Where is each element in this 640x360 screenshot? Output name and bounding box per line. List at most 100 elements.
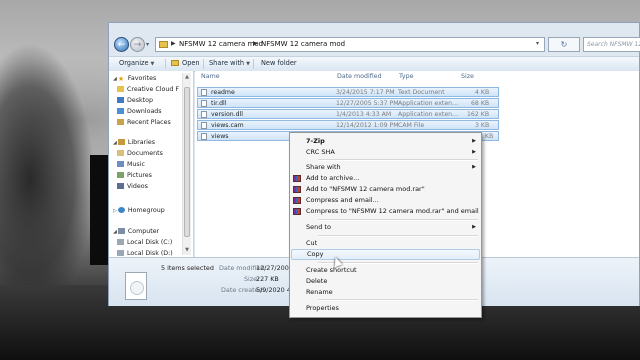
- nav-libraries[interactable]: ◢ Libraries: [113, 139, 155, 146]
- dll-file-icon: [201, 111, 207, 118]
- file-date: 12/14/2012 1:09 PM: [336, 122, 399, 129]
- arrow-right-icon[interactable]: →: [130, 37, 145, 52]
- column-header-date[interactable]: Date modified: [337, 73, 382, 80]
- breadcrumb-item[interactable]: NFSMW 12 camera mod: [179, 40, 263, 48]
- menu-item-copy[interactable]: Copy: [291, 249, 480, 260]
- size-value: 227 KB: [256, 275, 279, 283]
- file-date: 12/27/2005 5:37 PM: [336, 100, 399, 107]
- nav-item-music[interactable]: Music: [117, 161, 145, 168]
- nav-item-videos[interactable]: Videos: [117, 183, 148, 190]
- menu-item-send-to[interactable]: Send to: [306, 223, 331, 231]
- menu-item-crc-sha[interactable]: CRC SHA: [306, 148, 335, 156]
- file-name: views: [211, 133, 229, 140]
- nav-item-local-disk-c[interactable]: Local Disk (C:): [117, 239, 172, 246]
- column-header-type[interactable]: Type: [399, 73, 413, 80]
- open-button[interactable]: Open: [171, 59, 200, 67]
- chevron-down-icon[interactable]: ▾: [536, 40, 539, 47]
- menu-separator: [318, 299, 478, 301]
- menu-item-delete[interactable]: Delete: [306, 277, 327, 285]
- desktop-dark-shape: [90, 155, 110, 265]
- breadcrumb-item[interactable]: NFSMW 12 camera mod: [261, 40, 345, 48]
- file-name: views.cam: [211, 122, 244, 129]
- music-icon: [117, 161, 124, 167]
- share-with-button[interactable]: Share with ▼: [209, 59, 250, 67]
- text-file-icon: [201, 89, 207, 96]
- file-size: 3 KB: [475, 122, 490, 129]
- file-date: 3/24/2015 7:17 PM: [336, 89, 395, 96]
- file-size: 68 KB: [471, 100, 490, 107]
- folder-icon: [171, 60, 179, 66]
- scroll-up-icon[interactable]: ▲: [184, 74, 190, 81]
- new-folder-button[interactable]: New folder: [261, 59, 297, 67]
- recent-pages-chevron-icon[interactable]: ▾: [146, 41, 149, 48]
- menu-item-add-to-rar[interactable]: Add to "NFSMW 12 camera mod.rar": [306, 185, 425, 193]
- search-input[interactable]: Search NFSMW 12 ca...: [583, 37, 640, 52]
- refresh-icon: ↻: [560, 40, 568, 49]
- library-icon: [117, 139, 125, 145]
- organize-button[interactable]: Organize ▼: [119, 59, 154, 67]
- menu-item-cut[interactable]: Cut: [306, 239, 317, 247]
- winrar-icon: [293, 186, 301, 193]
- folder-icon: [159, 41, 168, 48]
- arrow-left-icon[interactable]: ←: [114, 37, 129, 52]
- nav-item-recent-places[interactable]: Recent Places: [117, 119, 171, 126]
- table-row[interactable]: views.cam 12/14/2012 1:09 PM CAM File 3 …: [197, 120, 499, 130]
- menu-item-properties[interactable]: Properties: [306, 304, 339, 312]
- winrar-icon: [293, 175, 301, 182]
- nav-item-downloads[interactable]: Downloads: [117, 108, 162, 115]
- nav-item-creative-cloud[interactable]: Creative Cloud F: [117, 86, 179, 93]
- refresh-button[interactable]: ↻: [548, 37, 580, 52]
- nav-scrollbar[interactable]: ▲ ▼: [182, 73, 191, 255]
- table-row[interactable]: version.dll 1/4/2013 4:33 AM Application…: [197, 109, 499, 119]
- chevron-down-icon: ▼: [150, 61, 155, 67]
- computer-icon: [117, 228, 125, 234]
- table-row[interactable]: readme 3/24/2015 7:17 PM Text Document 4…: [197, 87, 499, 97]
- documents-icon: [117, 150, 124, 156]
- submenu-arrow-icon: ▶: [472, 149, 476, 155]
- toolbar-divider: [165, 59, 166, 69]
- menu-item-compress-rar-email[interactable]: Compress to "NFSMW 12 camera mod.rar" an…: [306, 207, 479, 215]
- file-type: Text Document: [398, 89, 445, 96]
- menu-item-rename[interactable]: Rename: [306, 288, 333, 296]
- download-icon: [117, 108, 124, 114]
- menu-item-compress-email[interactable]: Compress and email...: [306, 196, 379, 204]
- file-type: Application exten...: [398, 100, 458, 107]
- menu-item-create-shortcut[interactable]: Create shortcut: [306, 266, 357, 274]
- menu-item-7zip[interactable]: 7-Zip: [306, 137, 325, 145]
- menu-separator: [318, 159, 478, 161]
- nav-item-pictures[interactable]: Pictures: [117, 172, 152, 179]
- file-name: readme: [211, 89, 235, 96]
- menu-item-add-to-archive[interactable]: Add to archive...: [306, 174, 359, 182]
- scroll-down-icon[interactable]: ▼: [184, 247, 190, 254]
- selection-count: 5 items selected: [161, 264, 214, 272]
- file-date: 1/4/2013 4:33 AM: [336, 111, 392, 118]
- column-header-name[interactable]: Name: [201, 73, 220, 80]
- nav-favorites[interactable]: ◢★ Favorites: [113, 75, 156, 83]
- toolbar-divider: [253, 59, 254, 69]
- chevron-down-icon: ▼: [246, 61, 250, 67]
- pictures-icon: [117, 172, 124, 178]
- navigation-pane: ◢★ Favorites Creative Cloud F Desktop Dow…: [109, 71, 194, 257]
- nav-homegroup[interactable]: ▷ Homegroup: [113, 207, 165, 214]
- column-header-size[interactable]: Size: [461, 73, 474, 80]
- chevron-right-icon: ▷: [113, 208, 117, 214]
- chevron-right-icon[interactable]: ▶: [171, 40, 176, 47]
- chevron-down-icon: ◢: [113, 76, 117, 82]
- file-type: Application exten...: [398, 111, 458, 118]
- address-bar[interactable]: ▶ NFSMW 12 camera mod ▶ NFSMW 12 camera …: [155, 37, 545, 52]
- nav-item-desktop[interactable]: Desktop: [117, 97, 153, 104]
- scrollbar-thumb[interactable]: [184, 87, 190, 237]
- file-size: 162 KB: [467, 111, 490, 118]
- context-menu: 7-Zip ▶ CRC SHA ▶ Share with ▶ Add to ar…: [289, 132, 482, 318]
- nav-item-local-disk-d[interactable]: Local Disk (D:): [117, 250, 173, 257]
- chevron-right-icon[interactable]: ▶: [253, 40, 258, 47]
- table-row[interactable]: tir.dll 12/27/2005 5:37 PM Application e…: [197, 98, 499, 108]
- menu-item-share-with[interactable]: Share with: [306, 163, 341, 171]
- file-icon: [201, 133, 207, 140]
- nav-item-documents[interactable]: Documents: [117, 150, 163, 157]
- nav-computer[interactable]: ◢ Computer: [113, 228, 159, 235]
- date-modified-value: 12/27/2005: [256, 264, 293, 272]
- desktop-icon: [117, 97, 124, 103]
- command-bar: Organize ▼ Open Share with ▼ New folder: [109, 56, 639, 72]
- submenu-arrow-icon: ▶: [472, 224, 476, 230]
